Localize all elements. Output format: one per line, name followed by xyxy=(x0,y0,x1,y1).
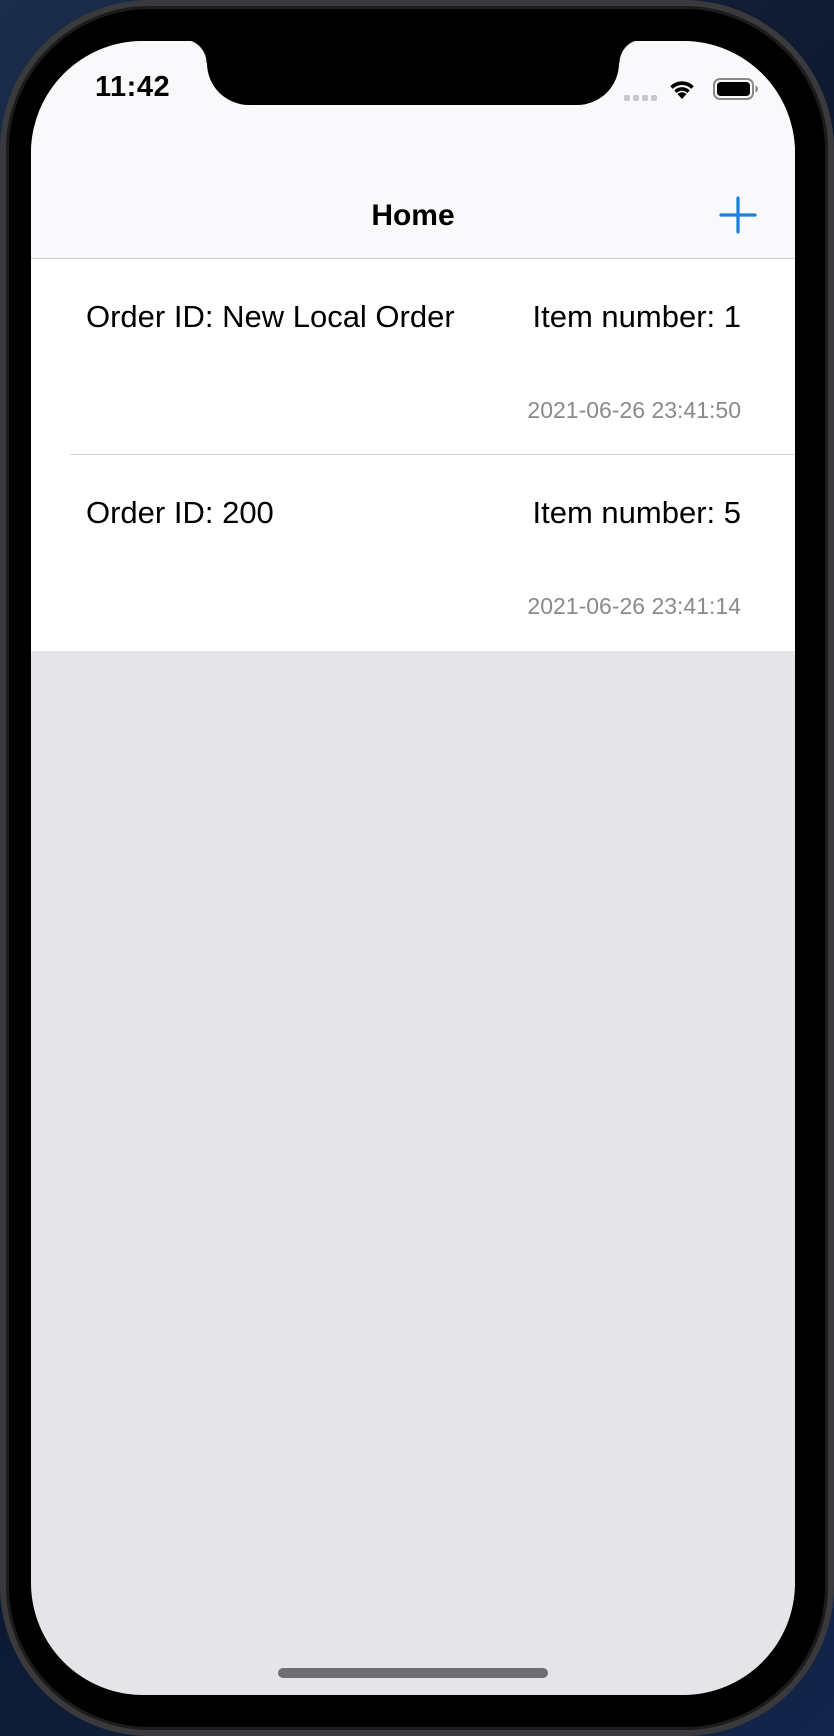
camera-notch xyxy=(183,41,643,105)
add-order-button[interactable] xyxy=(718,195,758,235)
status-time: 11:42 xyxy=(95,71,171,103)
order-row[interactable]: Order ID: 200 Item number: 5 2021-06-26 … xyxy=(31,455,795,651)
signal-dots-icon xyxy=(624,95,657,101)
order-row[interactable]: Order ID: New Local Order Item number: 1… xyxy=(31,259,795,455)
wifi-icon xyxy=(670,81,694,99)
order-timestamp: 2021-06-26 23:41:14 xyxy=(527,593,741,619)
page-title: Home xyxy=(371,199,455,232)
navigation-bar: Home xyxy=(31,141,795,259)
order-id-label: Order ID: New Local Order xyxy=(86,299,455,334)
order-list: Order ID: New Local Order Item number: 1… xyxy=(31,259,795,651)
order-timestamp: 2021-06-26 23:41:50 xyxy=(527,397,741,423)
item-number-label: Item number: 5 xyxy=(532,495,741,530)
item-number-label: Item number: 1 xyxy=(532,299,741,334)
battery-icon xyxy=(713,78,758,100)
home-indicator[interactable] xyxy=(278,1668,548,1678)
order-id-label: Order ID: 200 xyxy=(86,495,274,530)
phone-screen: 11:42 Home Order ID: New Local Order Ite xyxy=(31,41,795,1695)
plus-icon xyxy=(719,196,757,234)
